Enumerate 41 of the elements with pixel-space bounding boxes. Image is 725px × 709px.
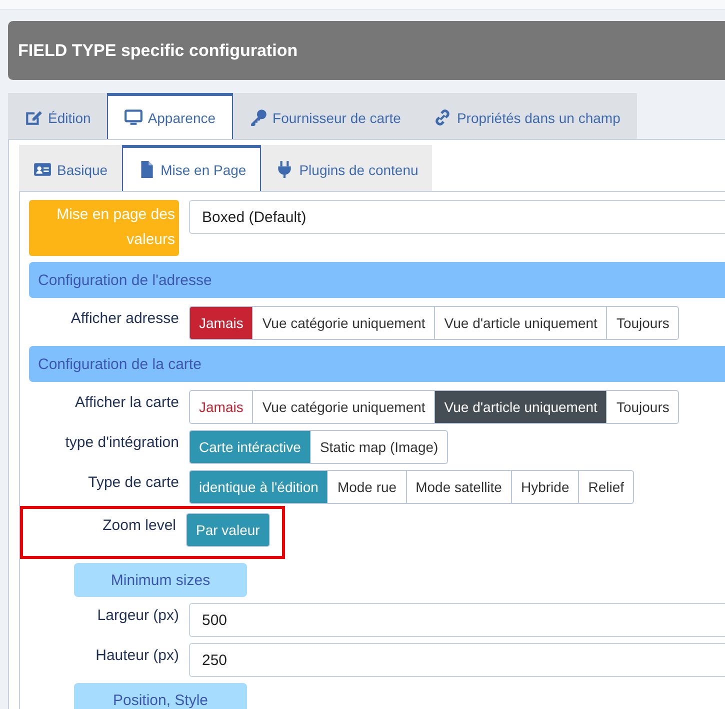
- section-header: Configuration de l'adresse: [29, 262, 725, 298]
- field-label: Afficher la carte: [74, 393, 179, 413]
- tab[interactable]: Mise en Page: [122, 145, 262, 191]
- option-button[interactable]: Jamais: [189, 306, 254, 340]
- field-label: type d'intégration: [64, 433, 179, 453]
- option-button[interactable]: Vue d'article uniquement: [434, 306, 608, 340]
- option-button[interactable]: Vue catégorie uniquement: [252, 390, 436, 424]
- tab[interactable]: Apparence: [106, 93, 233, 139]
- option-button[interactable]: Mode rue: [327, 470, 407, 504]
- tab[interactable]: Propriétés dans un champ: [416, 93, 636, 139]
- input-field[interactable]: 250: [189, 643, 725, 677]
- option-button[interactable]: Relief: [578, 470, 634, 504]
- subsection-header: Position, Style: [74, 683, 247, 709]
- option-button[interactable]: Vue catégorie uniquement: [252, 306, 436, 340]
- tab[interactable]: Édition: [8, 93, 107, 139]
- field-label: Afficher adresse: [70, 309, 179, 329]
- input-field[interactable]: 500: [189, 603, 725, 637]
- tab[interactable]: Fournisseur de carte: [232, 93, 417, 139]
- subsection-header: Minimum sizes: [74, 563, 247, 597]
- tab[interactable]: Plugins de contenu: [261, 145, 432, 191]
- field-label: Mise en page des valeurs: [29, 200, 179, 256]
- id-card-icon: [33, 160, 52, 179]
- field-label: Hauteur (px): [94, 646, 179, 666]
- select-field[interactable]: Boxed (Default): [189, 200, 725, 234]
- option-button[interactable]: Toujours: [606, 390, 680, 424]
- key-icon: [248, 108, 268, 127]
- option-button[interactable]: Mode satellite: [406, 470, 512, 504]
- option-button[interactable]: Hybride: [510, 470, 580, 504]
- monitor-icon: [124, 108, 143, 127]
- option-button[interactable]: Static map (Image): [310, 430, 448, 464]
- option-button[interactable]: Toujours: [606, 306, 680, 340]
- option-button[interactable]: Jamais: [189, 390, 254, 424]
- link-icon: [432, 108, 452, 127]
- edit-icon: [24, 108, 43, 127]
- field-label: Type de carte: [87, 473, 179, 493]
- field-label: Largeur (px): [96, 606, 179, 626]
- section-header: Configuration de la carte: [29, 346, 725, 382]
- tab[interactable]: Basique: [19, 145, 122, 191]
- option-button[interactable]: Vue d'article uniquement: [434, 390, 608, 424]
- field-label: Zoom level: [102, 516, 176, 536]
- header-title: FIELD TYPE specific configuration: [18, 40, 298, 60]
